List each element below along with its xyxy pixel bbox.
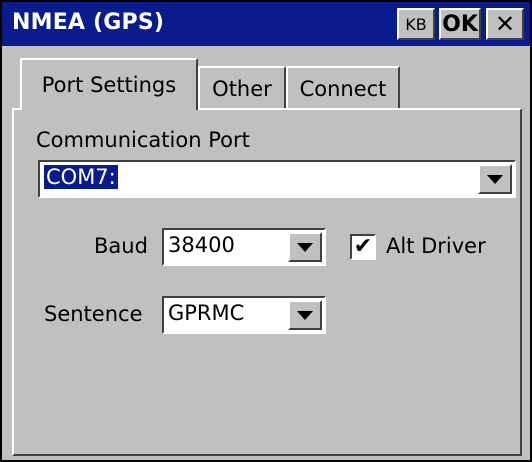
tab-connect[interactable]: Connect [286,66,400,110]
communication-port-value: COM7: [43,164,119,190]
baud-label: Baud [94,234,148,258]
keyboard-button[interactable]: KB [397,8,435,40]
chevron-down-icon [297,310,313,320]
alt-driver-checkbox[interactable]: ✔ [350,234,376,260]
sentence-value: GPRMC [168,301,245,325]
baud-select[interactable]: 38400 [162,228,326,266]
close-button[interactable]: ✕ [486,8,524,40]
tab-strip: Port Settings Other Connect [10,52,522,110]
tab-panel: Communication Port COM7: Baud 38400 ✔ Al… [12,108,522,456]
sentence-dropdown-button[interactable] [288,300,322,330]
window-title: NMEA (GPS) [12,10,165,35]
title-bar: NMEA (GPS) KB OK ✕ [2,2,530,46]
sentence-select[interactable]: GPRMC [162,296,326,334]
ok-button[interactable]: OK [439,8,481,40]
chevron-down-icon [297,242,313,252]
checkmark-icon: ✔ [353,234,373,259]
tab-other[interactable]: Other [198,66,286,110]
sentence-label: Sentence [44,302,143,326]
baud-value: 38400 [168,233,235,257]
chevron-down-icon [487,174,503,184]
baud-dropdown-button[interactable] [288,232,322,262]
communication-port-label: Communication Port [36,128,250,152]
close-icon: ✕ [494,10,516,38]
tab-port-settings[interactable]: Port Settings [20,58,198,110]
alt-driver-label: Alt Driver [386,234,486,258]
communication-port-dropdown-button[interactable] [478,164,512,194]
communication-port-combobox[interactable]: COM7: [38,160,516,198]
dialog-window: NMEA (GPS) KB OK ✕ Port Settings Other C… [0,0,532,462]
